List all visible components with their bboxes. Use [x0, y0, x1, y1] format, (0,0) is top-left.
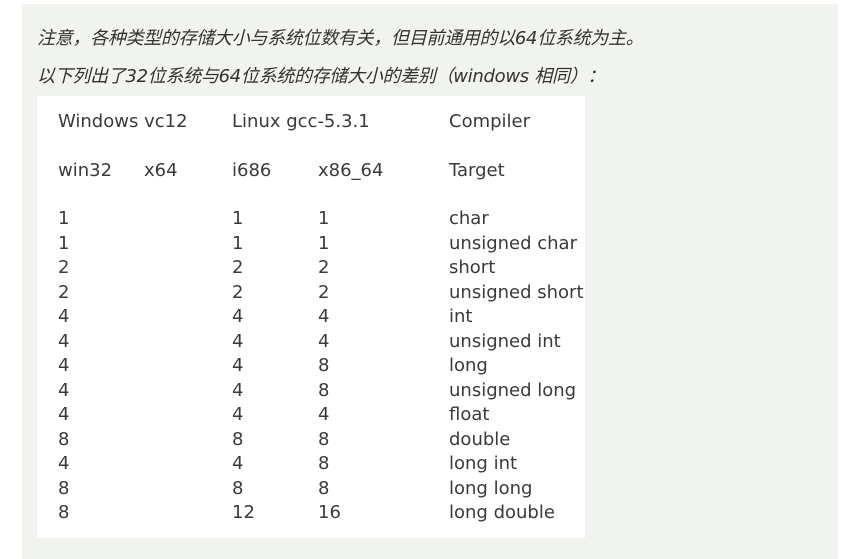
table-cell-type: double: [449, 429, 511, 450]
table-cell-win32: 4: [58, 306, 70, 327]
table-cell-i686: 2: [232, 282, 244, 303]
table-cell-x86-64: 1: [318, 208, 330, 229]
table-cell-type: char: [449, 208, 489, 229]
table-cell-win32: 2: [58, 282, 70, 303]
table-cell-x86-64: 2: [318, 282, 330, 303]
table-cell-type: float: [449, 404, 490, 425]
table-cell-i686: 1: [232, 233, 244, 254]
subheader-target: Target: [449, 160, 505, 181]
table-cell-x86-64: 16: [318, 502, 341, 523]
subheader-i686: i686: [232, 160, 272, 181]
table-cell-win32: 1: [58, 208, 70, 229]
table-cell-i686: 4: [232, 331, 244, 352]
table-cell-type: unsigned int: [449, 331, 561, 352]
table-cell-win32: 4: [58, 331, 70, 352]
table-cell-type: long int: [449, 453, 518, 474]
table-cell-win32: 4: [58, 355, 70, 376]
table-cell-x86-64: 8: [318, 355, 330, 376]
table-cell-i686: 2: [232, 257, 244, 278]
table-cell-win32: 8: [58, 429, 70, 450]
table-cell-i686: 8: [232, 478, 244, 499]
table-cell-type: long: [449, 355, 488, 376]
table-cell-type: long double: [449, 502, 555, 523]
table-cell-i686: 4: [232, 380, 244, 401]
table-cell-x86-64: 8: [318, 429, 330, 450]
subheader-x86-64: x86_64: [318, 160, 384, 181]
note-line-2: 以下列出了32位系统与64位系统的存储大小的差别（windows 相同）：: [37, 66, 606, 87]
table-cell-i686: 4: [232, 404, 244, 425]
header-compiler: Compiler: [449, 111, 531, 132]
table-cell-i686: 4: [232, 355, 244, 376]
note-line-1: 注意，各种类型的存储大小与系统位数有关，但目前通用的以64位系统为主。: [37, 28, 644, 49]
table-cell-i686: 4: [232, 453, 244, 474]
header-linux: Linux gcc-5.3.1: [232, 111, 370, 132]
type-size-table-image: Windows vc12 Linux gcc-5.3.1 Compiler wi…: [37, 96, 585, 538]
article-body: 注意，各种类型的存储大小与系统位数有关，但目前通用的以64位系统为主。 以下列出…: [22, 4, 838, 559]
table-cell-win32: 4: [58, 380, 70, 401]
table-cell-type: long long: [449, 478, 533, 499]
table-cell-x86-64: 1: [318, 233, 330, 254]
table-cell-i686: 1: [232, 208, 244, 229]
table-cell-type: unsigned short: [449, 282, 584, 303]
table-cell-win32: 1: [58, 233, 70, 254]
table-cell-i686: 8: [232, 429, 244, 450]
table-cell-win32: 8: [58, 502, 70, 523]
table-cell-type: unsigned char: [449, 233, 577, 254]
table-cell-x86-64: 8: [318, 453, 330, 474]
table-cell-type: unsigned long: [449, 380, 577, 401]
table-cell-win32: 4: [58, 453, 70, 474]
table-cell-x86-64: 8: [318, 380, 330, 401]
table-cell-x86-64: 4: [318, 331, 330, 352]
table-cell-type: int: [449, 306, 473, 327]
table-cell-x86-64: 4: [318, 306, 330, 327]
table-cell-x86-64: 8: [318, 478, 330, 499]
table-cell-win32: 8: [58, 478, 70, 499]
table-cell-i686: 12: [232, 502, 255, 523]
subheader-x64: x64: [144, 160, 178, 181]
table-cell-x86-64: 2: [318, 257, 330, 278]
table-cell-x86-64: 4: [318, 404, 330, 425]
header-windows: Windows vc12: [58, 111, 188, 132]
table-cell-type: short: [449, 257, 496, 278]
table-cell-win32: 4: [58, 404, 70, 425]
table-cell-win32: 2: [58, 257, 70, 278]
table-cell-i686: 4: [232, 306, 244, 327]
subheader-win32: win32: [58, 160, 113, 181]
